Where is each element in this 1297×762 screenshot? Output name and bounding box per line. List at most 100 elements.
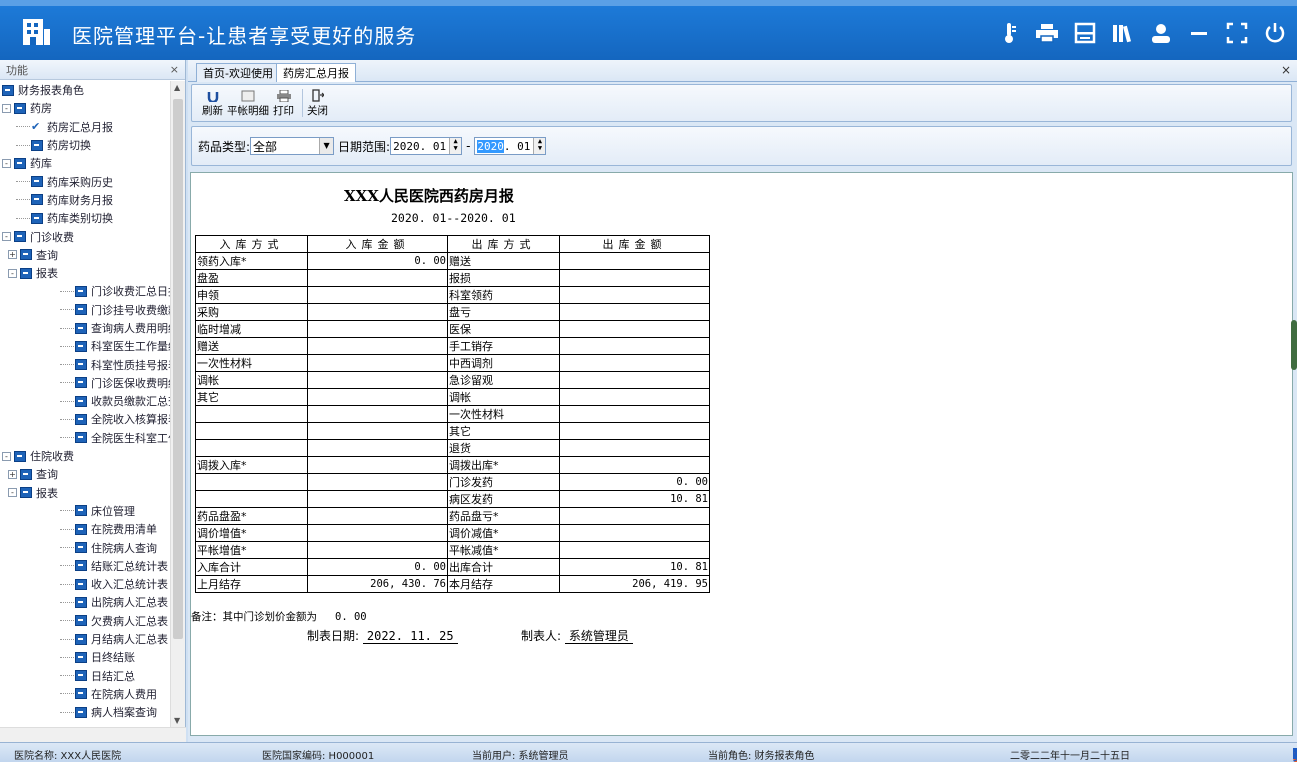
register-icon[interactable] <box>1073 21 1097 45</box>
tree-item[interactable]: 在院费用清单 <box>0 520 170 538</box>
date-from-input[interactable]: 2020. 01 ▲ ▼ <box>390 137 463 155</box>
tree-item[interactable]: 全院医生科室工作 <box>0 429 170 447</box>
out-method-cell: 门诊发药 <box>447 473 560 491</box>
tree-horizontal-scrollbar[interactable] <box>0 727 186 742</box>
collapse-icon[interactable]: - <box>2 158 11 168</box>
report-row: 其它 调帐 <box>195 388 710 406</box>
tree-item[interactable]: 结账汇总统计表 <box>0 557 170 575</box>
toolbox-grid-icon[interactable] <box>1293 748 1297 762</box>
tree-item[interactable]: 科室医生工作量统 <box>0 337 170 355</box>
tree-item[interactable]: 科室性质挂号报表 <box>0 355 170 373</box>
in-amount-cell <box>307 354 448 372</box>
tree-item[interactable]: 财务报表角色 <box>0 81 170 99</box>
tree-item[interactable]: 欠费病人汇总表 <box>0 612 170 630</box>
user-icon[interactable] <box>1149 21 1173 45</box>
tree-item[interactable]: 门诊收费汇总日报 <box>0 282 170 300</box>
drug-type-select[interactable]: 全部 ▼ <box>250 137 335 155</box>
chevron-down-icon[interactable]: ▼ <box>319 138 334 154</box>
tree-item[interactable]: - 报表 <box>0 264 170 282</box>
thermometer-icon[interactable] <box>997 21 1021 45</box>
tree-item[interactable]: 住院病人查询 <box>0 538 170 556</box>
out-method-cell: 本月结存 <box>447 575 560 593</box>
close-button[interactable]: 关闭 <box>307 89 328 118</box>
tree-item[interactable]: 月结病人汇总表 <box>0 630 170 648</box>
module-icon <box>75 359 87 371</box>
module-icon <box>75 670 87 682</box>
print-button[interactable]: 打印 <box>273 89 294 118</box>
tree-item-label: 药库 <box>30 157 52 171</box>
books-icon[interactable] <box>1111 21 1135 45</box>
tab-pharmacy-monthly[interactable]: 药房汇总月报 <box>276 63 356 82</box>
expand-icon[interactable]: + <box>8 469 17 479</box>
tree-item[interactable]: 床位管理 <box>0 502 170 520</box>
tree-item[interactable]: 在院病人费用 <box>0 685 170 703</box>
tree-item[interactable]: 门诊医保收费明细 <box>0 374 170 392</box>
tab-close-icon[interactable]: × <box>1281 63 1291 77</box>
tree-item[interactable]: ✔ 药房汇总月报 <box>0 118 170 136</box>
tree-connector <box>60 693 74 695</box>
tree-item[interactable]: + 查询 <box>0 465 170 483</box>
tree-item[interactable]: 全院收入核算报表 <box>0 410 170 428</box>
tree-item[interactable]: 收入汇总统计表 <box>0 575 170 593</box>
scrollbar-thumb[interactable] <box>173 99 183 639</box>
tree-item[interactable]: 收款员缴款汇总查 <box>0 392 170 410</box>
tree-item[interactable]: - 药房 <box>0 99 170 117</box>
tree-item[interactable]: - 门诊收费 <box>0 227 170 245</box>
date-to-input[interactable]: 2020. 01 ▲ ▼ <box>474 137 547 155</box>
refresh-button[interactable]: 刷新 <box>202 89 223 118</box>
date-to-spinner-icon[interactable]: ▲ ▼ <box>533 138 546 154</box>
out-method-cell: 手工销存 <box>447 337 560 355</box>
out-method-cell: 药品盘亏* <box>447 507 560 525</box>
checkmark-icon: ✔ <box>31 120 41 134</box>
filter-bar: 药品类型: 全部 ▼ 日期范围: 2020. 01 ▲ ▼ - 2020. 01 … <box>191 126 1292 166</box>
collapse-icon[interactable]: - <box>2 232 11 242</box>
collapse-icon[interactable]: - <box>2 103 11 113</box>
tree-item[interactable]: 查询病人费用明细 <box>0 319 170 337</box>
module-icon <box>75 688 87 700</box>
date-from-spinner-icon[interactable]: ▲ ▼ <box>449 138 462 154</box>
tree-item[interactable]: 出院病人汇总表 <box>0 593 170 611</box>
tree-item[interactable]: 药库财务月报 <box>0 191 170 209</box>
tree-item[interactable]: 病人档案查询 <box>0 703 170 721</box>
in-amount-cell <box>307 388 448 406</box>
fullscreen-icon[interactable] <box>1225 21 1249 45</box>
minimize-icon[interactable] <box>1187 21 1211 45</box>
tree-item[interactable]: 门诊挂号收费缴款 <box>0 301 170 319</box>
report-date-label: 制表日期: <box>307 629 360 643</box>
report-scroll-indicator[interactable] <box>1291 320 1297 370</box>
in-amount-cell <box>307 541 448 559</box>
in-method-cell <box>195 422 308 440</box>
collapse-icon[interactable]: - <box>2 451 11 461</box>
module-icon <box>75 578 87 590</box>
in-amount-cell: 0. 00 <box>307 558 448 576</box>
tree-item[interactable]: 日终结账 <box>0 648 170 666</box>
tree-item[interactable]: - 报表 <box>0 484 170 502</box>
report-row: 采购 盘亏 <box>195 303 710 321</box>
scroll-up-icon[interactable]: ▲ <box>174 83 180 92</box>
balance-detail-button[interactable]: 平帐明细 <box>227 89 269 118</box>
tree-item[interactable]: + 查询 <box>0 246 170 264</box>
collapse-icon[interactable]: - <box>8 268 17 278</box>
tree-item[interactable]: - 药库 <box>0 154 170 172</box>
in-method-cell <box>195 490 308 508</box>
scroll-down-icon[interactable]: ▼ <box>174 716 180 725</box>
balance-detail-icon <box>240 89 256 103</box>
power-icon[interactable] <box>1263 21 1287 45</box>
out-method-cell: 其它 <box>447 422 560 440</box>
tree-item[interactable]: - 住院收费 <box>0 447 170 465</box>
tree-item[interactable]: 药房切换 <box>0 136 170 154</box>
tab-home[interactable]: 首页-欢迎使用 <box>196 63 280 82</box>
date-to-rest: . 01 <box>503 139 531 153</box>
collapse-icon[interactable]: - <box>8 488 17 498</box>
tree-item[interactable]: 药库类别切换 <box>0 209 170 227</box>
printer-icon[interactable] <box>1035 21 1059 45</box>
expand-icon[interactable]: + <box>8 250 17 260</box>
module-icon <box>75 377 87 389</box>
tree-connector <box>60 309 74 311</box>
tree-item[interactable]: 药库采购历史 <box>0 172 170 190</box>
tree-item[interactable]: 日结汇总 <box>0 667 170 685</box>
tree-vertical-scrollbar[interactable]: ▲ ▼ <box>170 81 185 727</box>
in-method-cell: 赠送 <box>195 337 308 355</box>
panel-close-icon[interactable]: × <box>170 63 179 76</box>
app-title: 医院管理平台-让患者享受更好的服务 <box>72 24 417 48</box>
